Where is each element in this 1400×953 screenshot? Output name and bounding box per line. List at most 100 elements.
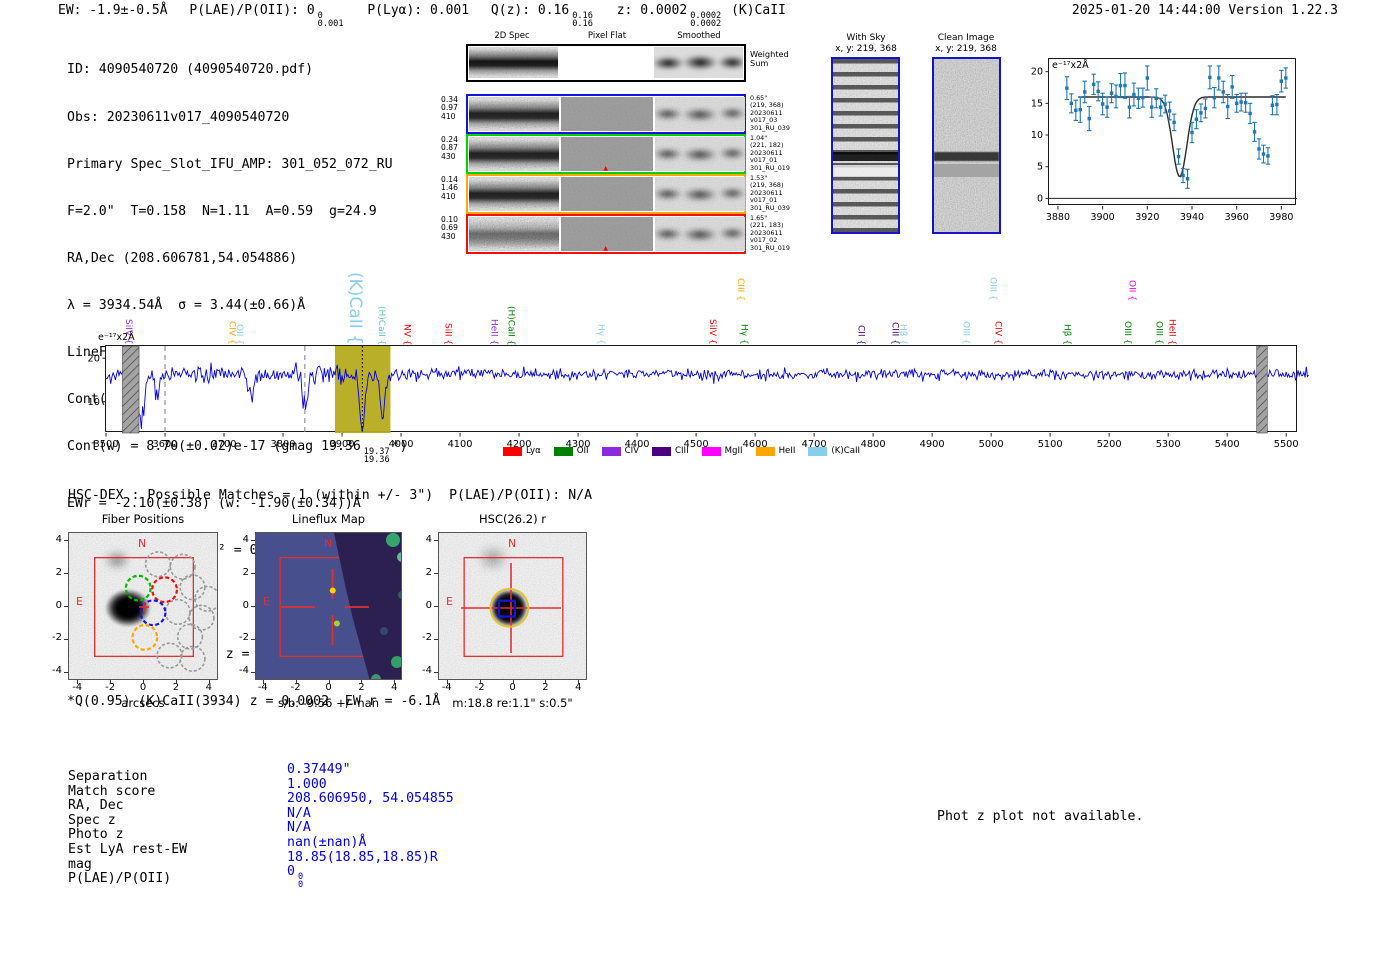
qz-range: 0.16 0.16 [572,11,593,29]
match-value-range: 00 [297,872,304,890]
gmag-range: 19.37 19.36 [363,447,390,465]
axis-tick-label: -2 [239,632,249,644]
line-label-hcaii: (H)CaII { [505,305,516,346]
axis-tick-mark [110,680,112,684]
compass-east: E [76,595,83,608]
line-fit-zoom-plot: 3880 3900 3920 3940 3960 3980 0 5 10 15 20 [1031,58,1297,223]
line-label-ciii: CIII { [735,278,746,301]
svg-text:10: 10 [88,397,100,408]
compass-north: N [324,537,333,550]
smoothed-cell [655,177,745,211]
line-label-h: Hβ { [1061,323,1072,345]
line-label-siiv: SiIV { [706,319,717,345]
svg-text:15: 15 [1031,98,1043,109]
svg-text:5300: 5300 [1156,439,1181,450]
axis-tick-mark [394,680,396,684]
hsc-image-title: HSC(26.2) r [479,512,546,526]
axis-tick-mark [512,680,514,684]
svg-text:5400: 5400 [1215,439,1240,450]
line-label-oii: OII { [1126,280,1137,301]
legend-swatch [503,446,522,456]
legend-label: OII [576,446,589,456]
spec2d-row [466,174,746,214]
axis-tick-mark [64,671,68,673]
pixelflat-cell [561,97,653,131]
emission-line-labels-layer: SiIV {CIV {OII {(K)CaII {(H)CaII {NV {Si… [105,252,1297,345]
line-label-kcaii: (K)CaII { [345,272,366,345]
line-label-siii: SiII { [442,322,453,345]
summary-line-obs: Obs: 20230611v017_4090540720 [67,109,290,125]
line-fit-zoom-svg: 3880 3900 3920 3940 3960 3980 0 5 10 15 20 [1031,65,1297,223]
svg-text:5000: 5000 [979,439,1004,450]
z-value: 0.0002 [640,3,688,18]
legend-item-kcaii: (K)CaII [808,446,860,456]
qz-label: Q(z): [490,3,531,18]
axis-tick-mark [175,680,177,684]
spec2d-cell [469,137,559,171]
svg-text:5500: 5500 [1274,439,1299,450]
summary-line-contw: Cont(w) = 8.70(±0.02)e-17 (gmag 19.36 19.… [67,439,408,465]
plae-poii-range: 0 0.001 [317,11,344,29]
match-row-value: 208.606950, 54.054855 [287,791,454,807]
axis-tick-mark [77,680,79,684]
spec2d-row-left-labels: 0.14 1.46 410 [441,175,458,201]
legend-item-ly: Lyα [503,446,541,456]
axis-tick-mark [434,671,438,673]
svg-text:4100: 4100 [448,439,473,450]
axis-tick-mark [434,606,438,607]
match-row-label: mag [68,856,92,872]
legend-item-ciii: CIII [652,446,689,456]
lineflux-overlay-svg [279,533,401,679]
svg-text:3960: 3960 [1225,212,1249,223]
match-row-mag: mag 18.85(18.85,18.85)R [68,850,454,873]
match-row-label: Photo z [68,827,124,843]
spec2d-row: ▲ [466,134,746,174]
match-row-label: Match score [68,783,156,799]
legend-label: CIV [624,446,640,456]
svg-text:3880: 3880 [1046,212,1070,223]
ew-value: EW: -1.9±-0.5Å [58,3,168,18]
summary-line-primary: Primary Spec_Slot_IFU_AMP: 301_052_072_R… [67,156,393,172]
col-header-2dspec: 2D Spec [494,31,530,41]
spec2d-row-left-labels: 0.34 0.97 410 [441,95,458,121]
legend-label: CIII [675,446,689,456]
lineflux-map-xlabel: s/b: -9.56 +/- nan [277,696,380,710]
match-row-photo-z: Photo z N/A [68,821,454,843]
spec2d-row [466,94,746,134]
legend-label: HeII [778,446,796,456]
smoothed-cell [655,137,745,171]
weighted-sum-row [466,44,746,82]
axis-tick-mark [208,680,210,684]
axis-tick-label: 0 [242,599,249,611]
match-row-spec-z: Spec z N/A [68,806,454,829]
match-row-separation: Separation 0.37449" [68,762,454,785]
match-row-value: 18.85(18.85,18.85)R [287,849,438,865]
smoothed-cell [655,97,745,131]
spectrum-flux-units-annotation: e⁻¹⁷x2Å [98,332,135,343]
weighted-smoothed-image [654,47,743,78]
pixelflat-cell [561,177,653,211]
axis-tick-mark [143,680,144,684]
axis-tick-mark [64,573,68,575]
legend-item-civ: CIV [601,446,640,456]
svg-text:3900: 3900 [330,439,355,450]
pixelflat-cell: ▲ [561,137,653,171]
axis-tick-mark [434,540,438,542]
line-label-h: Hγ { [595,324,606,345]
spectrum-legend: Lyα OII CIV CIII MgII HeII (K)CaII [503,446,860,456]
axis-tick-label: 2 [242,566,249,578]
plae-poii-label: P(LAE)/P(OII): [189,3,299,18]
match-row-value: 000 [287,864,304,890]
datestamp: 2025-01-20 14:44:00 Version 1.22.3 [1071,3,1338,18]
fiber-positions-panel: N E [68,532,218,680]
line-label-nv: NV { [401,323,412,345]
legend-item-oii: OII [553,446,589,456]
svg-text:3940: 3940 [1180,212,1204,223]
plya-value: P(Lyα): 0.001 [367,3,470,18]
svg-text:20: 20 [88,354,100,365]
axis-tick-mark [434,638,438,640]
svg-text:20: 20 [1031,67,1043,78]
legend-item-mgii: MgII [701,446,743,456]
spec2d-row-left-labels: 0.10 0.69 430 [441,215,458,241]
hsc-overlay-svg [461,556,564,657]
